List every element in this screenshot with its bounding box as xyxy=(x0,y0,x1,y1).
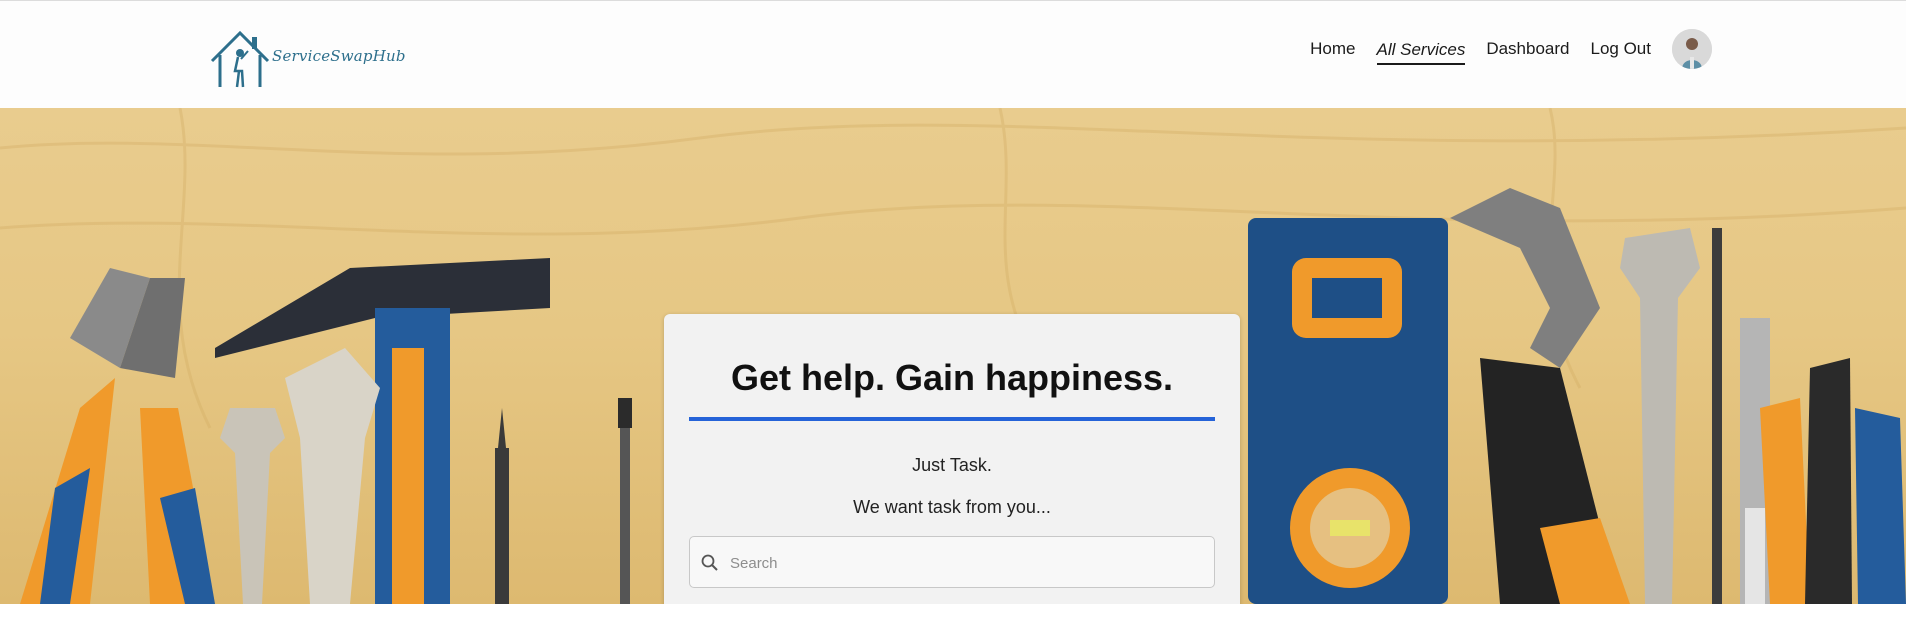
hero-headline: Get help. Gain happiness. xyxy=(730,357,1174,398)
user-avatar[interactable] xyxy=(1672,29,1712,69)
hero-tagline: Just Task. xyxy=(912,455,992,475)
navbar: ServiceSwapHub Home All Services Dashboa… xyxy=(0,0,1906,108)
nav-links: Home All Services Dashboard Log Out xyxy=(1289,29,1712,69)
nav-home[interactable]: Home xyxy=(1310,39,1355,65)
avatar-icon xyxy=(1672,29,1712,69)
brand-logo[interactable]: ServiceSwapHub xyxy=(208,27,405,91)
hero-banner: Get help. Gain happiness. Just Task. We … xyxy=(0,108,1906,604)
search-icon xyxy=(701,554,718,571)
house-icon xyxy=(210,30,270,88)
nav-log-out[interactable]: Log Out xyxy=(1591,39,1652,65)
search-input[interactable] xyxy=(728,537,1210,589)
nav-dashboard[interactable]: Dashboard xyxy=(1486,39,1569,65)
nav-all-services[interactable]: All Services xyxy=(1376,40,1466,65)
hero-card: Get help. Gain happiness. Just Task. We … xyxy=(664,314,1240,604)
hero-subtitle: We want task from you... xyxy=(853,497,1051,517)
brand-name: ServiceSwapHub xyxy=(272,47,406,65)
search-box[interactable] xyxy=(689,536,1215,589)
headline-divider xyxy=(689,417,1215,421)
